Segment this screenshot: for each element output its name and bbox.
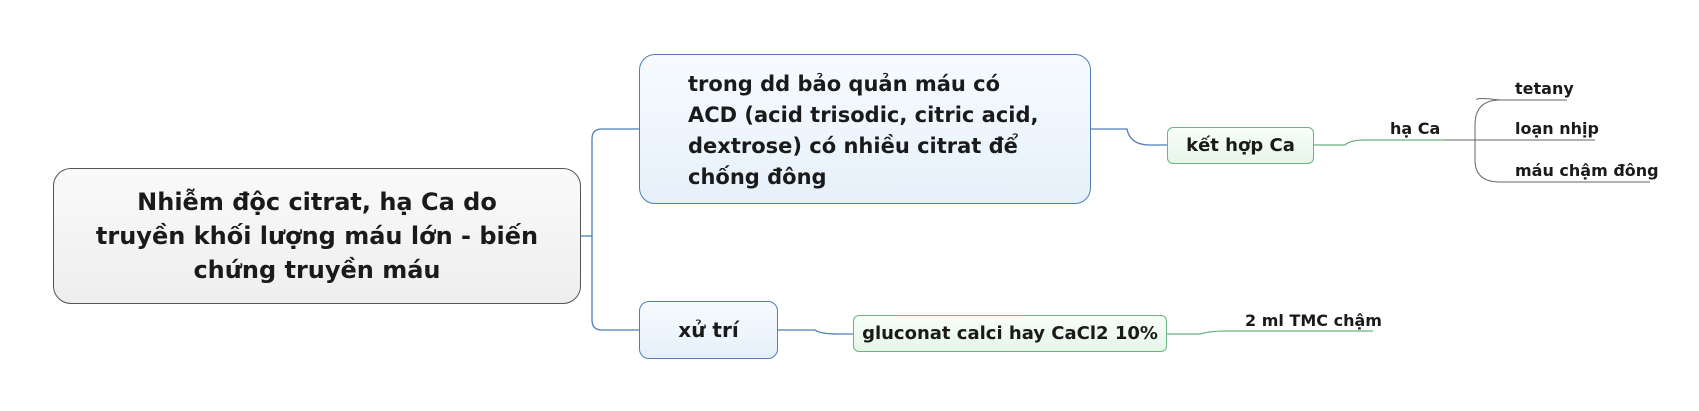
topic-2ml-tmc-cham[interactable]: 2 ml TMC chậm	[1245, 311, 1382, 330]
topic-ha-ca-text: hạ Ca	[1390, 119, 1441, 138]
root-topic-text: Nhiễm độc citrat, hạ Ca do truyền khối l…	[95, 188, 539, 284]
topic-mau-cham-dong-text: máu chậm đông	[1515, 161, 1659, 180]
topic-ket-hop-ca-text: kết hợp Ca	[1186, 135, 1295, 156]
topic-tetany-text: tetany	[1515, 79, 1574, 98]
topic-xu-tri[interactable]: xử trí	[639, 301, 778, 359]
topic-ha-ca[interactable]: hạ Ca	[1390, 119, 1440, 138]
topic-loan-nhip[interactable]: loạn nhịp	[1515, 119, 1599, 138]
topic-acd-citrate-text: trong dd bảo quản máu có ACD (acid triso…	[688, 72, 1039, 189]
topic-xu-tri-text: xử trí	[678, 318, 739, 342]
topic-tetany[interactable]: tetany	[1515, 79, 1574, 98]
topic-2ml-tmc-cham-text: 2 ml TMC chậm	[1245, 311, 1382, 330]
topic-loan-nhip-text: loạn nhịp	[1515, 119, 1599, 138]
topic-acd-citrate[interactable]: trong dd bảo quản máu có ACD (acid triso…	[639, 54, 1091, 204]
topic-gluconat-calci[interactable]: gluconat calci hay CaCl2 10%	[853, 315, 1167, 352]
topic-mau-cham-dong[interactable]: máu chậm đông	[1515, 161, 1659, 180]
topic-ket-hop-ca[interactable]: kết hợp Ca	[1167, 127, 1314, 164]
topic-gluconat-calci-text: gluconat calci hay CaCl2 10%	[862, 323, 1158, 344]
root-topic[interactable]: Nhiễm độc citrat, hạ Ca do truyền khối l…	[53, 168, 581, 304]
